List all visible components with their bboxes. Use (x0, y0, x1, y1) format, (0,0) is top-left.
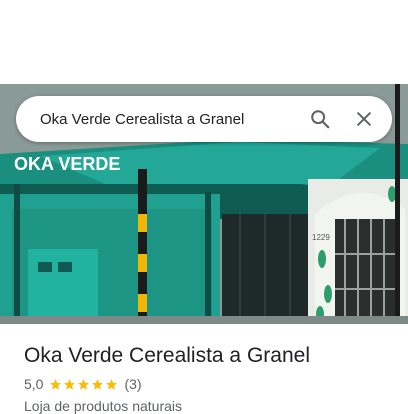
search-bar[interactable]: Oka Verde Cerealista a Granel (16, 96, 392, 142)
search-button[interactable] (302, 101, 338, 137)
place-title: Oka Verde Cerealista a Granel (24, 344, 310, 367)
rating-value: 5,0 (24, 376, 44, 392)
review-count[interactable]: (3) (124, 376, 141, 392)
search-icon (311, 110, 330, 129)
close-icon (357, 112, 371, 126)
storefront-sign-text: OKA VERDE (14, 154, 120, 174)
clear-search-button[interactable] (346, 101, 382, 137)
star-icon (106, 378, 118, 390)
star-icon (64, 378, 76, 390)
star-rating (49, 378, 119, 391)
search-query-text[interactable]: Oka Verde Cerealista a Granel (40, 111, 302, 128)
star-icon (92, 378, 104, 390)
star-icon (50, 378, 62, 390)
place-category: Loja de produtos naturais (24, 398, 182, 414)
star-icon (78, 378, 90, 390)
rating-row[interactable]: 5,0 (3) (24, 376, 142, 392)
house-number: 1229 (312, 233, 330, 242)
top-blank-area (0, 0, 408, 84)
